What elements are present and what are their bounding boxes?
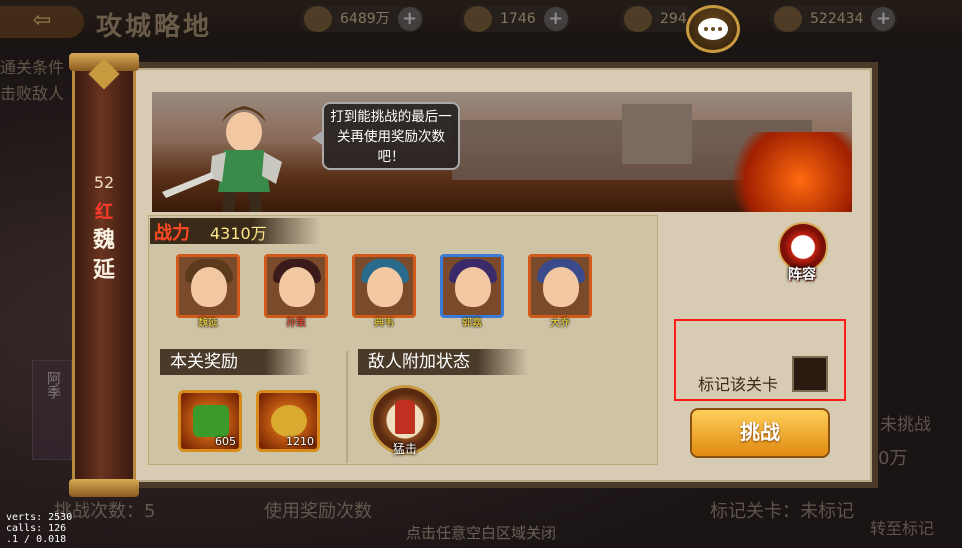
scroll-cap [69,479,139,497]
stage-rank: 红 [95,202,113,223]
scroll-cap [69,53,139,71]
reward-count: 605 [215,435,236,448]
resource-value: 294 [660,11,687,27]
jade-icon [193,405,229,437]
debug-overlay: verts: 2530 calls: 126.1 / 0.018 [6,512,72,545]
guide-hero-illustration [162,106,282,212]
stage-scroll: 52 红 魏 延 [69,53,139,497]
stage-level: 52 [93,173,115,192]
city-gate [622,104,692,164]
mark-stage-checkbox[interactable] [792,356,828,392]
hero-card[interactable] [528,254,592,318]
ingot-icon [774,6,802,32]
hero-card[interactable] [352,254,416,318]
debug-line: verts: 2530 [6,512,73,523]
power-label: 战力 [154,223,190,244]
hero-name: 魏延 [198,318,218,329]
buff-name: 猛击 [392,442,417,456]
condition-text: 通关条件 击败敌人 [0,55,64,107]
chat-button[interactable] [686,5,740,53]
power-text: 0万 [878,448,908,469]
reward-item[interactable]: 1210 [256,390,320,452]
side-tag-label: 阿季 [45,371,61,399]
add-coin-button[interactable]: + [397,7,422,31]
condition-line: 通关条件 [0,58,65,77]
enemy-hero-list: 魏延 孙策 典韦 郭嘉 大乔 [176,254,636,329]
close-hint[interactable]: 点击任意空白区域关闭 [0,522,962,543]
reward-count: 1210 [286,435,314,448]
hero-face [191,267,227,307]
resource-value: 1746 [500,11,536,27]
fist-icon [395,400,415,434]
add-gem-button[interactable]: + [543,7,568,31]
reward-uses-text: 使用奖励次数 [264,501,372,522]
fire-effect [722,132,852,212]
hero-name: 孙策 [286,318,306,329]
stage-name: 魏 延 [75,225,133,285]
guide-speech-bubble: 打到能挑战的最后一关再使用奖励次数吧！ [312,102,460,170]
hero-card[interactable] [440,254,504,318]
mark-stage-label: 标记该关卡 [698,375,779,394]
reward-item[interactable]: 605 [178,390,242,452]
chat-bubble-icon [698,18,728,40]
resource-gem: 1746 + [460,6,570,32]
side-tag: 阿季 [32,360,72,460]
condition-line: 击败敌人 [0,84,65,103]
buff-section-title: 敌人附加状态 [358,349,528,375]
resource-value: 522434 [810,11,864,27]
debug-line: calls: 126 [6,523,67,534]
mark-status-text: 标记关卡：未标记 [710,501,854,522]
enemy-buff[interactable]: 猛击 [370,385,440,456]
lineup-label: 阵容 [788,267,816,283]
hero-name: 典韦 [374,318,394,329]
section-divider [346,351,348,463]
power-bar: 战力 4310万 [150,218,320,244]
hero-face [543,267,579,307]
challenge-button[interactable]: 挑战 [690,408,830,458]
stage-banner: 打到能挑战的最后一关再使用奖励次数吧！ [152,92,852,212]
hero-face [455,267,491,307]
add-ingot-button[interactable]: + [871,7,896,31]
stage-name-char: 延 [92,257,115,283]
gem-icon [464,6,492,32]
lineup-button[interactable]: 阵容 [772,218,838,288]
resource-token: 294 [620,6,695,32]
reward-section-title: 本关奖励 [160,349,310,375]
token-icon [271,405,307,437]
stage-name-char: 魏 [92,227,115,253]
hero-card[interactable] [176,254,240,318]
debug-line: .1 / 0.018 [6,534,67,545]
back-button[interactable]: ⇦ [0,6,84,38]
resource-ingot: 522434 + [770,6,898,32]
hero-name: 大乔 [550,318,570,329]
page-title: 攻城略地 [96,12,213,42]
resource-value: 6489万 [340,11,390,27]
token-icon [624,6,652,32]
resource-coin: 6489万 + [300,6,424,32]
hero-face [367,267,403,307]
hero-card[interactable] [264,254,328,318]
hero-face [279,267,315,307]
hero-name: 郭嘉 [462,318,482,329]
stage-dialog: 打到能挑战的最后一关再使用奖励次数吧！ 战力 4310万 魏延 孙策 典韦 郭嘉 [122,62,878,488]
power-value: 4310万 [210,224,267,243]
coin-icon [304,6,332,32]
status-text: 未挑战 [880,415,931,435]
